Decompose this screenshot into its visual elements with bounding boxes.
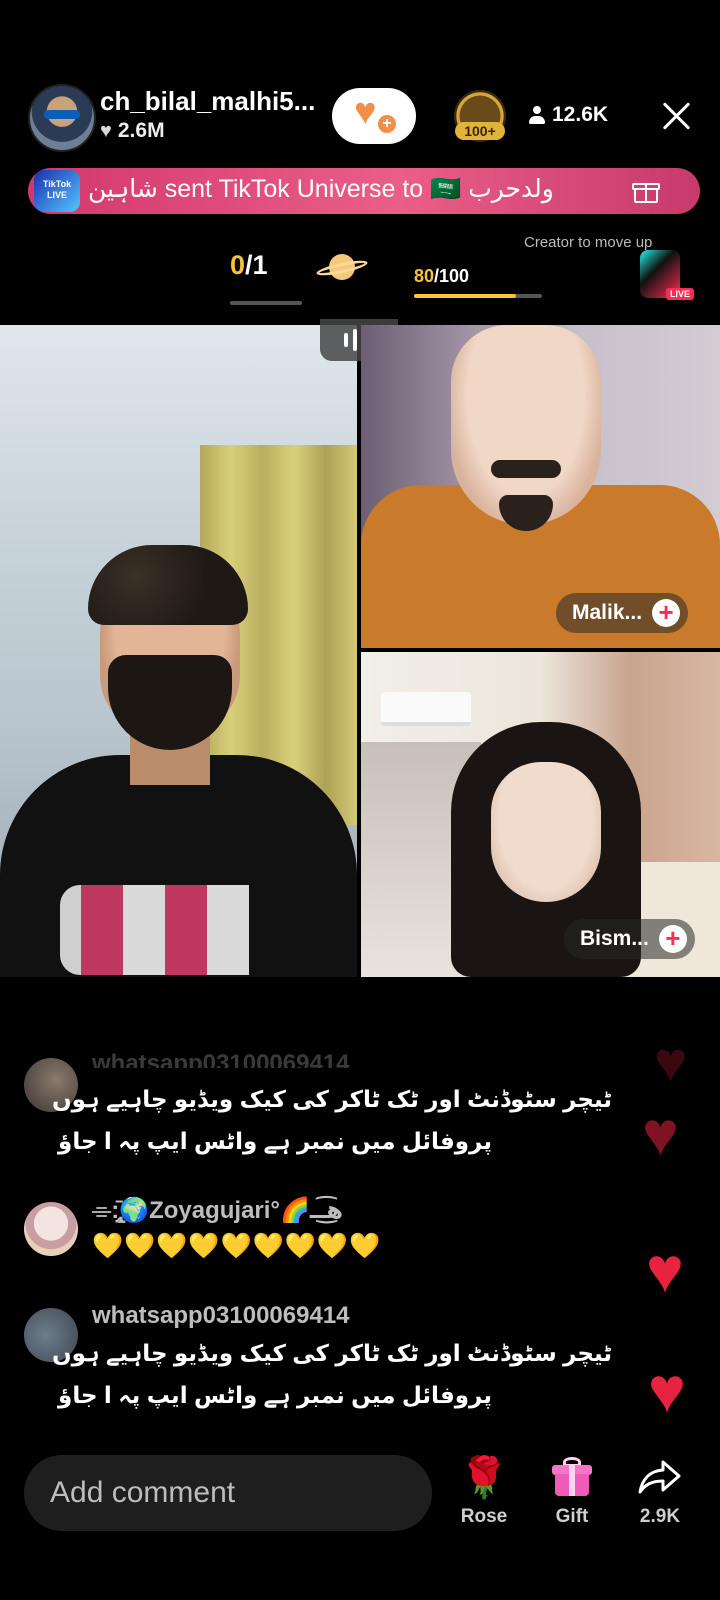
progress-fill [414,294,516,298]
add-comment-input[interactable]: Add comment [24,1455,432,1531]
guest-name-2: Bism... [580,927,649,950]
comment-text: 💛💛💛💛💛💛💛💛💛 [92,1232,382,1260]
follow-button[interactable]: ♥ + [332,88,416,144]
comment-text: ٹیچر سٹوڈنٹ اور ٹک ٹاکر کی کیک ویڈیو چاہ… [52,1340,612,1366]
comment-text: ٹیچر سٹوڈنٹ اور ٹک ٹاکر کی کیک ویڈیو چاہ… [52,1086,612,1112]
floating-heart-icon: ♥ [642,1100,679,1169]
rose-label: Rose [460,1506,508,1527]
comment-text: پروفائل میں نمبر ہے واٹس ایپ پہ ا جاؤ [58,1382,492,1408]
host-avatar[interactable] [28,84,96,152]
share-arrow-icon [620,1452,700,1502]
host-likes-count: 2.6M [117,119,165,142]
comment-username[interactable]: ⌯⁠:̨̢̤̄🌍Zoyagujari°🌈ه͜͡ــ [92,1196,343,1225]
rose-icon: 🌹 [459,1455,509,1500]
host-video[interactable] [0,325,357,977]
close-button[interactable] [656,96,696,136]
match-count-total: /1 [245,250,268,280]
host-name[interactable]: ch_bilal_malhi5... [100,86,315,117]
gift-label: Gift [555,1506,589,1527]
comment-avatar[interactable] [24,1202,78,1256]
gift-icon [552,1457,592,1497]
guest-name-pill-2[interactable]: Bism... + [564,919,695,959]
rose-button[interactable]: 🌹 Rose [444,1452,524,1528]
follow-heart-plus-icon: ♥ + [354,93,398,135]
floating-heart-icon: ♥ [646,1234,684,1306]
planet-icon[interactable] [315,250,369,286]
floating-heart-icon: ♥ [648,1354,686,1426]
live-tag: LIVE [665,288,694,300]
progress-text: 80/100 [414,266,469,287]
tiktok-live-logo: TikTok LIVE [34,170,80,212]
viewer-count[interactable]: 12.6K [528,103,608,127]
add-guest-icon[interactable]: + [652,599,681,627]
top-gifter-badge: 100+ [455,122,505,140]
comment-username[interactable]: whatsapp03100069414 [92,1302,350,1330]
progress-current: 80 [414,266,435,286]
share-button[interactable]: 2.9K [620,1452,700,1528]
faded-comment-user: whatsapp03100069414 [92,1050,350,1068]
host-likes: ♥ 2.6M [100,119,165,143]
gift-box-icon[interactable] [632,178,660,204]
match-underline [230,301,302,305]
progress-total: /100 [434,266,470,286]
match-count: 0/1 [230,250,268,281]
heart-icon: ♥ [100,119,112,142]
gift-button[interactable]: Gift [532,1452,612,1528]
person-icon [528,105,546,125]
guest-name-pill-1[interactable]: Malik... + [556,593,689,633]
share-count: 2.9K [639,1506,681,1527]
banner-message: شاہین sent TikTok Universe to 🇸🇦 ولدحرب [88,175,554,203]
floating-heart-icon: ♥ [654,1030,688,1093]
tiktok-live-badge[interactable]: LIVE [624,250,694,306]
comment-text: پروفائل میں نمبر ہے واٹس ایپ پہ ا جاؤ [58,1128,492,1154]
guest-name-1: Malik... [572,601,643,624]
viewer-count-label: 12.6K [552,103,609,126]
match-count-done: 0 [230,250,246,280]
add-guest-icon[interactable]: + [658,925,687,953]
